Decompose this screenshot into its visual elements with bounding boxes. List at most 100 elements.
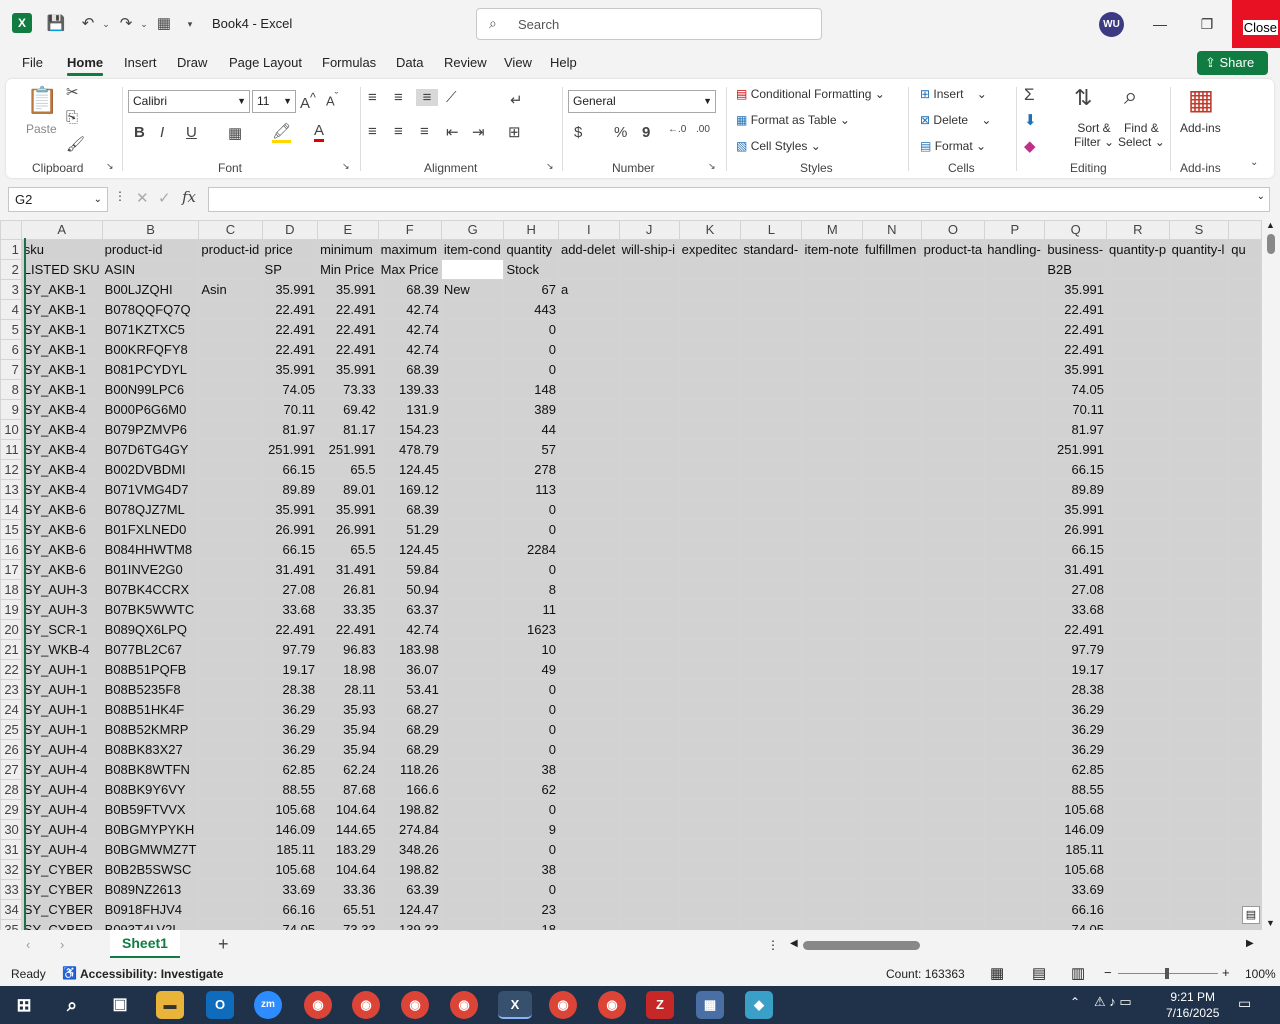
cell[interactable] <box>198 819 263 840</box>
cell[interactable] <box>1168 919 1230 930</box>
tab-help[interactable]: Help <box>550 55 577 70</box>
cell[interactable]: SY_AKB-4 <box>20 439 103 460</box>
orientation-icon[interactable]: ⟋ <box>446 89 457 106</box>
cell[interactable] <box>801 839 864 860</box>
cell[interactable]: 0 <box>503 499 559 520</box>
cell[interactable] <box>984 419 1046 440</box>
cell[interactable]: 118.26 <box>377 759 442 780</box>
cell[interactable] <box>557 899 620 920</box>
cell[interactable]: 183.29 <box>317 839 379 860</box>
cell[interactable]: 68.39 <box>377 279 442 300</box>
copy-icon[interactable]: ⎘ <box>66 109 78 126</box>
cell[interactable] <box>801 679 864 700</box>
cell[interactable]: B0918FHJV4 <box>101 899 200 920</box>
confirm-entry-icon[interactable]: ✓ <box>158 189 171 207</box>
cell[interactable]: 35.991 <box>1044 499 1108 520</box>
cell[interactable]: SY_AKB-1 <box>20 279 103 300</box>
cell[interactable] <box>1228 739 1262 760</box>
cell[interactable] <box>1106 399 1170 420</box>
format-cells-button[interactable]: ▤ Format ⌄ <box>920 139 986 153</box>
cell[interactable]: 22.491 <box>261 319 319 340</box>
cell[interactable] <box>198 299 263 320</box>
cell[interactable] <box>618 839 680 860</box>
cell[interactable] <box>984 539 1046 560</box>
cell[interactable] <box>440 639 505 660</box>
cell[interactable] <box>440 659 505 680</box>
cell[interactable] <box>440 879 505 900</box>
cell[interactable]: SY_AKB-6 <box>20 499 103 520</box>
cell[interactable] <box>618 819 680 840</box>
column-header[interactable]: D <box>261 220 319 240</box>
cell[interactable] <box>198 339 263 360</box>
prev-sheet-icon[interactable]: ‹ <box>26 937 30 952</box>
sheet-table[interactable]: ABCDEFGHIJKLMNOPQRS 1 sku product-id produc… <box>0 220 1262 930</box>
cell[interactable]: 22.491 <box>1044 299 1108 320</box>
cell[interactable] <box>557 359 620 380</box>
cell[interactable]: 105.68 <box>1044 799 1108 820</box>
cell[interactable]: 166.6 <box>377 779 442 800</box>
cell-styles-button[interactable]: ▧ Cell Styles ⌄ <box>736 139 821 153</box>
cell[interactable]: 89.89 <box>261 479 319 500</box>
cell[interactable] <box>440 459 505 480</box>
cell[interactable]: 87.68 <box>317 779 379 800</box>
cell[interactable]: item-cond <box>440 239 505 260</box>
cell[interactable]: 36.29 <box>261 719 319 740</box>
cell[interactable] <box>678 539 742 560</box>
cell[interactable] <box>1106 699 1170 720</box>
cell[interactable]: 185.11 <box>261 839 319 860</box>
cell[interactable] <box>198 579 263 600</box>
cell[interactable]: SY_AUH-1 <box>20 679 103 700</box>
cell[interactable] <box>440 919 505 930</box>
cell[interactable] <box>984 919 1046 930</box>
cell[interactable]: 27.08 <box>261 579 319 600</box>
cell[interactable]: 28.38 <box>1044 679 1108 700</box>
cell[interactable] <box>557 539 620 560</box>
cell[interactable]: 68.29 <box>377 719 442 740</box>
cell[interactable]: SY_CYBER <box>20 899 103 920</box>
cell[interactable] <box>862 779 922 800</box>
row-header[interactable]: 4 <box>0 299 22 320</box>
column-header[interactable]: K <box>678 220 742 240</box>
cell[interactable] <box>920 679 986 700</box>
cell[interactable] <box>618 739 680 760</box>
cell[interactable] <box>198 319 263 340</box>
cell[interactable]: 62 <box>503 779 559 800</box>
cell[interactable]: 42.74 <box>377 339 442 360</box>
tab-data[interactable]: Data <box>396 55 423 70</box>
cell[interactable]: 105.68 <box>261 859 319 880</box>
cell[interactable]: 97.79 <box>1044 639 1108 660</box>
alignment-launcher-icon[interactable]: ↘ <box>546 161 554 172</box>
cell[interactable] <box>920 599 986 620</box>
cell[interactable]: 65.5 <box>317 459 379 480</box>
cell[interactable]: add-delet <box>557 239 620 260</box>
cell[interactable] <box>1228 699 1262 720</box>
zoom-app-icon[interactable]: zm <box>254 991 282 1019</box>
cell[interactable] <box>618 719 680 740</box>
cell[interactable] <box>1168 879 1230 900</box>
cell[interactable]: 22.491 <box>317 299 379 320</box>
cut-icon[interactable]: ✂ <box>66 83 79 101</box>
cell[interactable]: 18 <box>503 919 559 930</box>
cell[interactable] <box>984 599 1046 620</box>
cell[interactable]: 22.491 <box>261 299 319 320</box>
currency-icon[interactable]: $ <box>574 124 582 141</box>
cell[interactable] <box>862 359 922 380</box>
cell[interactable]: SY_CYBER <box>20 859 103 880</box>
cell[interactable]: 97.79 <box>261 639 319 660</box>
cell[interactable] <box>440 699 505 720</box>
cell[interactable] <box>862 799 922 820</box>
align-right-icon[interactable]: ≡ <box>420 123 429 140</box>
cell[interactable] <box>1106 579 1170 600</box>
cell[interactable] <box>920 319 986 340</box>
cell[interactable] <box>1168 739 1230 760</box>
cell[interactable]: 74.05 <box>261 919 319 930</box>
cell[interactable] <box>984 399 1046 420</box>
cell[interactable]: 198.82 <box>377 799 442 820</box>
cell[interactable]: 68.39 <box>377 359 442 380</box>
cell[interactable]: 443 <box>503 299 559 320</box>
cell[interactable] <box>557 299 620 320</box>
find-select-icon[interactable]: ⌕ <box>1124 83 1137 111</box>
comma-style-icon[interactable]: 9 <box>642 124 650 141</box>
cell[interactable] <box>1168 619 1230 640</box>
cell[interactable]: B2B <box>1044 259 1108 280</box>
